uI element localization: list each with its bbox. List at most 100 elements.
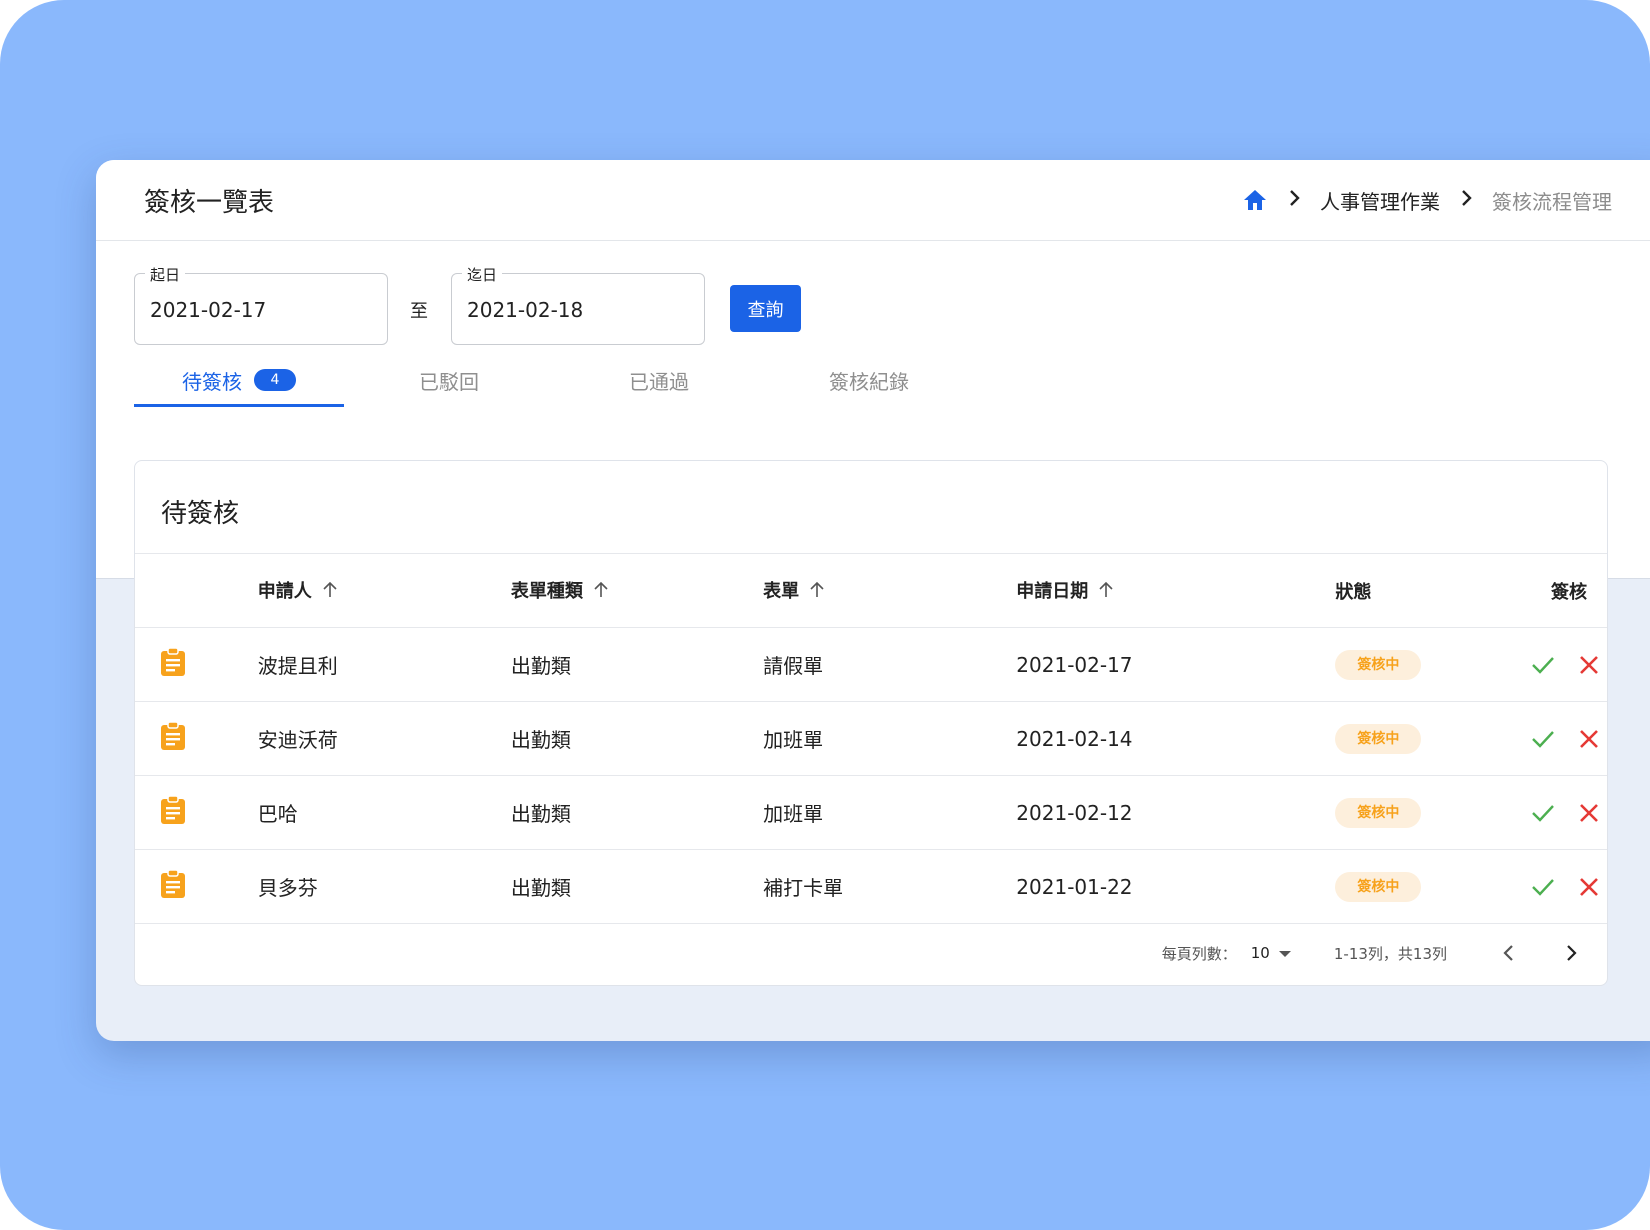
end-date-label: 迄日 bbox=[462, 264, 503, 285]
header-apply-date[interactable]: 申請日期 bbox=[1016, 554, 1336, 628]
cell-apply-date: 2021-02-14 bbox=[1016, 701, 1336, 776]
chevron-left-icon[interactable] bbox=[1495, 944, 1523, 962]
tab-approved[interactable]: 已通過 bbox=[554, 355, 764, 405]
header-status-label: 狀態 bbox=[1335, 581, 1372, 603]
cell-applicant: 貝多芬 bbox=[257, 849, 511, 924]
clipboard-icon bbox=[160, 869, 186, 904]
cell-apply-date: 2021-02-12 bbox=[1016, 775, 1336, 850]
arrow-up-icon[interactable] bbox=[322, 581, 338, 604]
table-row[interactable]: 巴哈 出勤類 加班單 2021-02-12 簽核中 bbox=[135, 775, 1607, 850]
cell-apply-date: 2021-01-22 bbox=[1016, 849, 1336, 924]
header-apply-date-label: 申請日期 bbox=[1016, 581, 1089, 603]
chevron-right-icon bbox=[1460, 188, 1472, 213]
header-applicant[interactable]: 申請人 bbox=[257, 554, 511, 628]
page-range-text: 1-13列，共13列 bbox=[1333, 944, 1447, 963]
page-header: 簽核一覽表 人事管理作業 簽核流程管理 bbox=[96, 160, 1650, 241]
clipboard-icon bbox=[160, 795, 186, 830]
row-icon-cell bbox=[135, 701, 258, 776]
status-badge: 簽核中 bbox=[1335, 649, 1422, 680]
tab-rejected[interactable]: 已駁回 bbox=[344, 355, 554, 405]
status-badge: 簽核中 bbox=[1335, 871, 1422, 902]
close-icon[interactable] bbox=[1579, 803, 1599, 823]
start-date-value[interactable]: 2021-02-17 bbox=[150, 298, 266, 322]
cell-applicant: 波提且利 bbox=[257, 627, 511, 702]
pending-card: 待簽核 申請人 表單種類 表單 申請日期 狀態 簽核 波提且利 出勤類 請假單 … bbox=[134, 460, 1608, 986]
rows-per-page-value: 10 bbox=[1250, 944, 1270, 962]
pending-count-badge: 4 bbox=[254, 369, 296, 391]
cell-form: 加班單 bbox=[763, 701, 1017, 776]
cell-actions bbox=[1531, 701, 1607, 776]
end-date-value[interactable]: 2021-02-18 bbox=[467, 298, 583, 322]
cell-actions bbox=[1531, 627, 1607, 702]
home-icon[interactable] bbox=[1242, 188, 1268, 212]
header-approve-label: 簽核 bbox=[1551, 581, 1587, 603]
background-stage: 簽核一覽表 人事管理作業 簽核流程管理 起日 2021-02-17 至 迄日 2… bbox=[0, 0, 1650, 1230]
start-date-label: 起日 bbox=[145, 264, 186, 285]
breadcrumb-item-current: 簽核流程管理 bbox=[1492, 189, 1612, 214]
status-badge: 簽核中 bbox=[1335, 797, 1422, 828]
chevron-right-icon[interactable] bbox=[1557, 944, 1585, 962]
close-icon[interactable] bbox=[1579, 729, 1599, 749]
check-icon[interactable] bbox=[1531, 803, 1555, 823]
chevron-right-icon bbox=[1288, 188, 1300, 213]
caret-down-icon bbox=[1270, 944, 1292, 962]
end-date-field[interactable]: 迄日 2021-02-18 bbox=[451, 264, 705, 345]
check-icon[interactable] bbox=[1531, 729, 1555, 749]
cell-status: 簽核中 bbox=[1335, 627, 1531, 702]
check-icon[interactable] bbox=[1531, 877, 1555, 897]
breadcrumb: 人事管理作業 簽核流程管理 bbox=[1242, 184, 1612, 216]
table-row[interactable]: 安迪沃荷 出勤類 加班單 2021-02-14 簽核中 bbox=[135, 701, 1607, 776]
rows-per-page-label: 每頁列數： bbox=[1161, 944, 1237, 963]
table-row[interactable]: 波提且利 出勤類 請假單 2021-02-17 簽核中 bbox=[135, 627, 1607, 702]
clipboard-icon bbox=[160, 647, 186, 682]
cell-applicant: 巴哈 bbox=[257, 775, 511, 850]
arrow-up-icon[interactable] bbox=[1098, 581, 1114, 604]
header-approve: 簽核 bbox=[1531, 554, 1607, 628]
tab-rejected-label: 已駁回 bbox=[419, 369, 479, 394]
header-form-type[interactable]: 表單種類 bbox=[510, 554, 764, 628]
arrow-up-icon[interactable] bbox=[593, 581, 609, 604]
tab-approved-label: 已通過 bbox=[629, 369, 689, 394]
cell-actions bbox=[1531, 849, 1607, 924]
app-window: 簽核一覽表 人事管理作業 簽核流程管理 起日 2021-02-17 至 迄日 2… bbox=[96, 160, 1650, 1041]
table-row[interactable]: 貝多芬 出勤類 補打卡單 2021-01-22 簽核中 bbox=[135, 849, 1607, 924]
start-date-field[interactable]: 起日 2021-02-17 bbox=[134, 264, 388, 345]
cell-applicant: 安迪沃荷 bbox=[257, 701, 511, 776]
cell-status: 簽核中 bbox=[1335, 775, 1531, 850]
cell-actions bbox=[1531, 775, 1607, 850]
check-icon[interactable] bbox=[1531, 655, 1555, 675]
arrow-up-icon[interactable] bbox=[809, 581, 825, 604]
close-icon[interactable] bbox=[1579, 877, 1599, 897]
header-applicant-label: 申請人 bbox=[257, 581, 312, 603]
query-button[interactable]: 查詢 bbox=[730, 285, 801, 332]
status-badge: 簽核中 bbox=[1335, 723, 1422, 754]
tab-history-label: 簽核紀錄 bbox=[829, 369, 909, 394]
cell-form: 加班單 bbox=[763, 775, 1017, 850]
breadcrumb-item-hr[interactable]: 人事管理作業 bbox=[1320, 186, 1440, 215]
cell-status: 簽核中 bbox=[1335, 849, 1531, 924]
cell-status: 簽核中 bbox=[1335, 701, 1531, 776]
cell-form: 請假單 bbox=[763, 627, 1017, 702]
close-icon[interactable] bbox=[1579, 655, 1599, 675]
table-header-row: 申請人 表單種類 表單 申請日期 狀態 簽核 bbox=[135, 554, 1607, 628]
header-status: 狀態 bbox=[1335, 554, 1531, 628]
rows-per-page-select[interactable]: 10 bbox=[1251, 944, 1292, 962]
page-title: 簽核一覽表 bbox=[144, 188, 275, 218]
tab-history[interactable]: 簽核紀錄 bbox=[764, 355, 974, 405]
tab-pending-label: 待簽核 bbox=[182, 369, 242, 394]
header-form-type-label: 表單種類 bbox=[510, 581, 583, 603]
cell-apply-date: 2021-02-17 bbox=[1016, 627, 1336, 702]
header-form[interactable]: 表單 bbox=[763, 554, 1017, 628]
date-range-separator: 至 bbox=[410, 301, 428, 322]
card-title: 待簽核 bbox=[161, 499, 240, 529]
tab-pending[interactable]: 待簽核 4 bbox=[134, 355, 344, 407]
cell-form-type: 出勤類 bbox=[510, 775, 764, 850]
clipboard-icon bbox=[160, 721, 186, 756]
cell-form-type: 出勤類 bbox=[510, 701, 764, 776]
row-icon-cell bbox=[135, 627, 258, 702]
cell-form-type: 出勤類 bbox=[510, 849, 764, 924]
approval-table: 申請人 表單種類 表單 申請日期 狀態 簽核 波提且利 出勤類 請假單 2021… bbox=[135, 554, 1607, 924]
header-icon-cell bbox=[135, 554, 258, 628]
header-form-label: 表單 bbox=[763, 581, 800, 603]
cell-form-type: 出勤類 bbox=[510, 627, 764, 702]
